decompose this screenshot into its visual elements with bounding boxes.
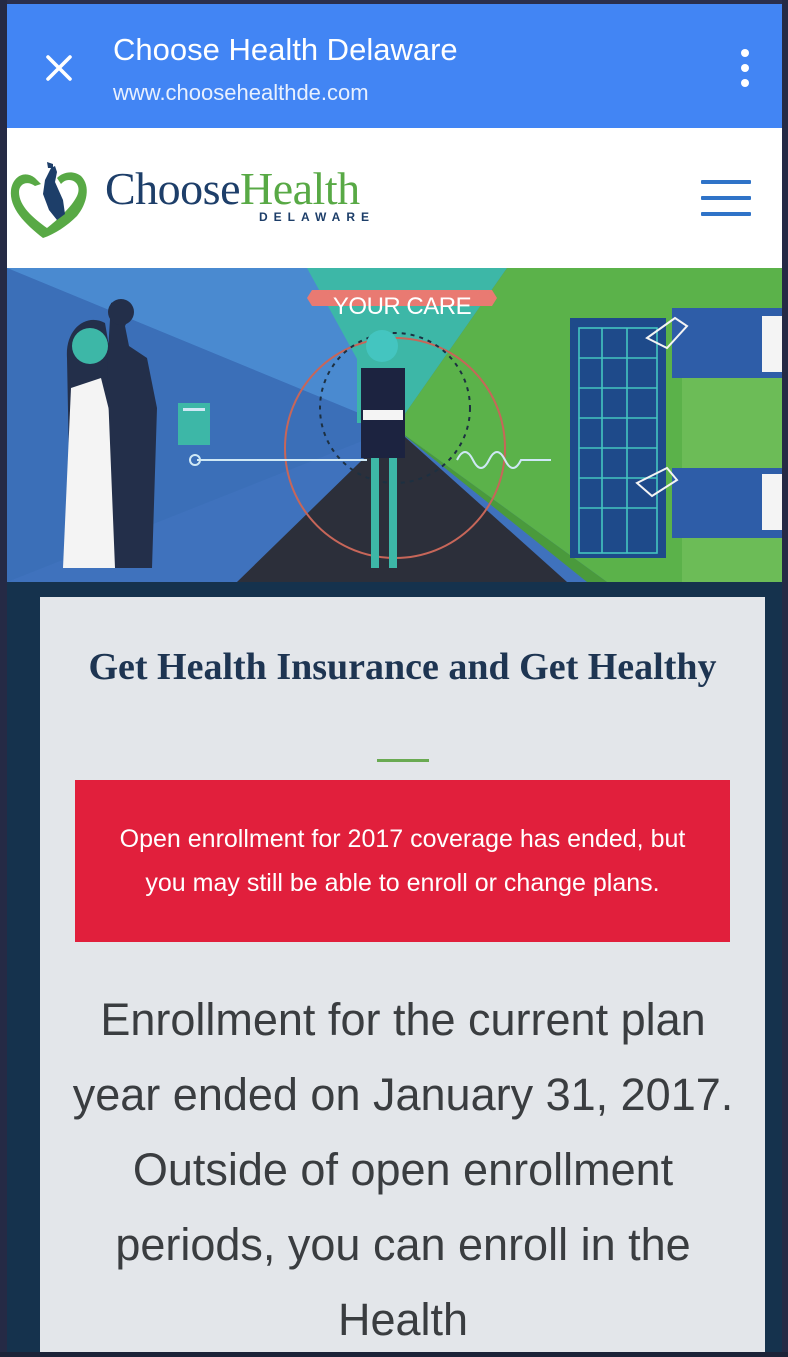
delaware-heart-logo-icon[interactable] [7,160,95,244]
card-heading: Get Health Insurance and Get Healthy [88,646,717,688]
logo-subtitle: DELAWARE [259,210,376,224]
enrollment-body-text: Enrollment for the current plan year end… [72,994,734,1345]
enrollment-alert: Open enrollment for 2017 coverage has en… [75,780,730,942]
hero-illustration: YOUR CARE [7,268,782,582]
close-button[interactable] [37,46,81,90]
close-icon [46,55,72,81]
device-frame-left [0,0,7,1352]
hamburger-menu-button[interactable] [701,178,751,218]
hamburger-icon [701,180,751,184]
custom-tab-toolbar: Choose Health Delaware www.choosehealthd… [7,4,782,128]
heading-divider [377,759,429,762]
overflow-menu-button[interactable] [729,40,761,96]
site-header: ChooseHealth DELAWARE [7,128,782,268]
page-url[interactable]: www.choosehealthde.com [113,80,369,106]
site-logo-wordmark[interactable]: ChooseHealth [105,164,360,214]
more-vert-icon [741,49,749,57]
hero-banner-text: YOUR CARE [332,293,472,320]
device-frame-right [782,0,788,1352]
enrollment-card: Get Health Insurance and Get Healthy Ope… [40,597,765,1352]
page-title: Choose Health Delaware [113,32,458,67]
